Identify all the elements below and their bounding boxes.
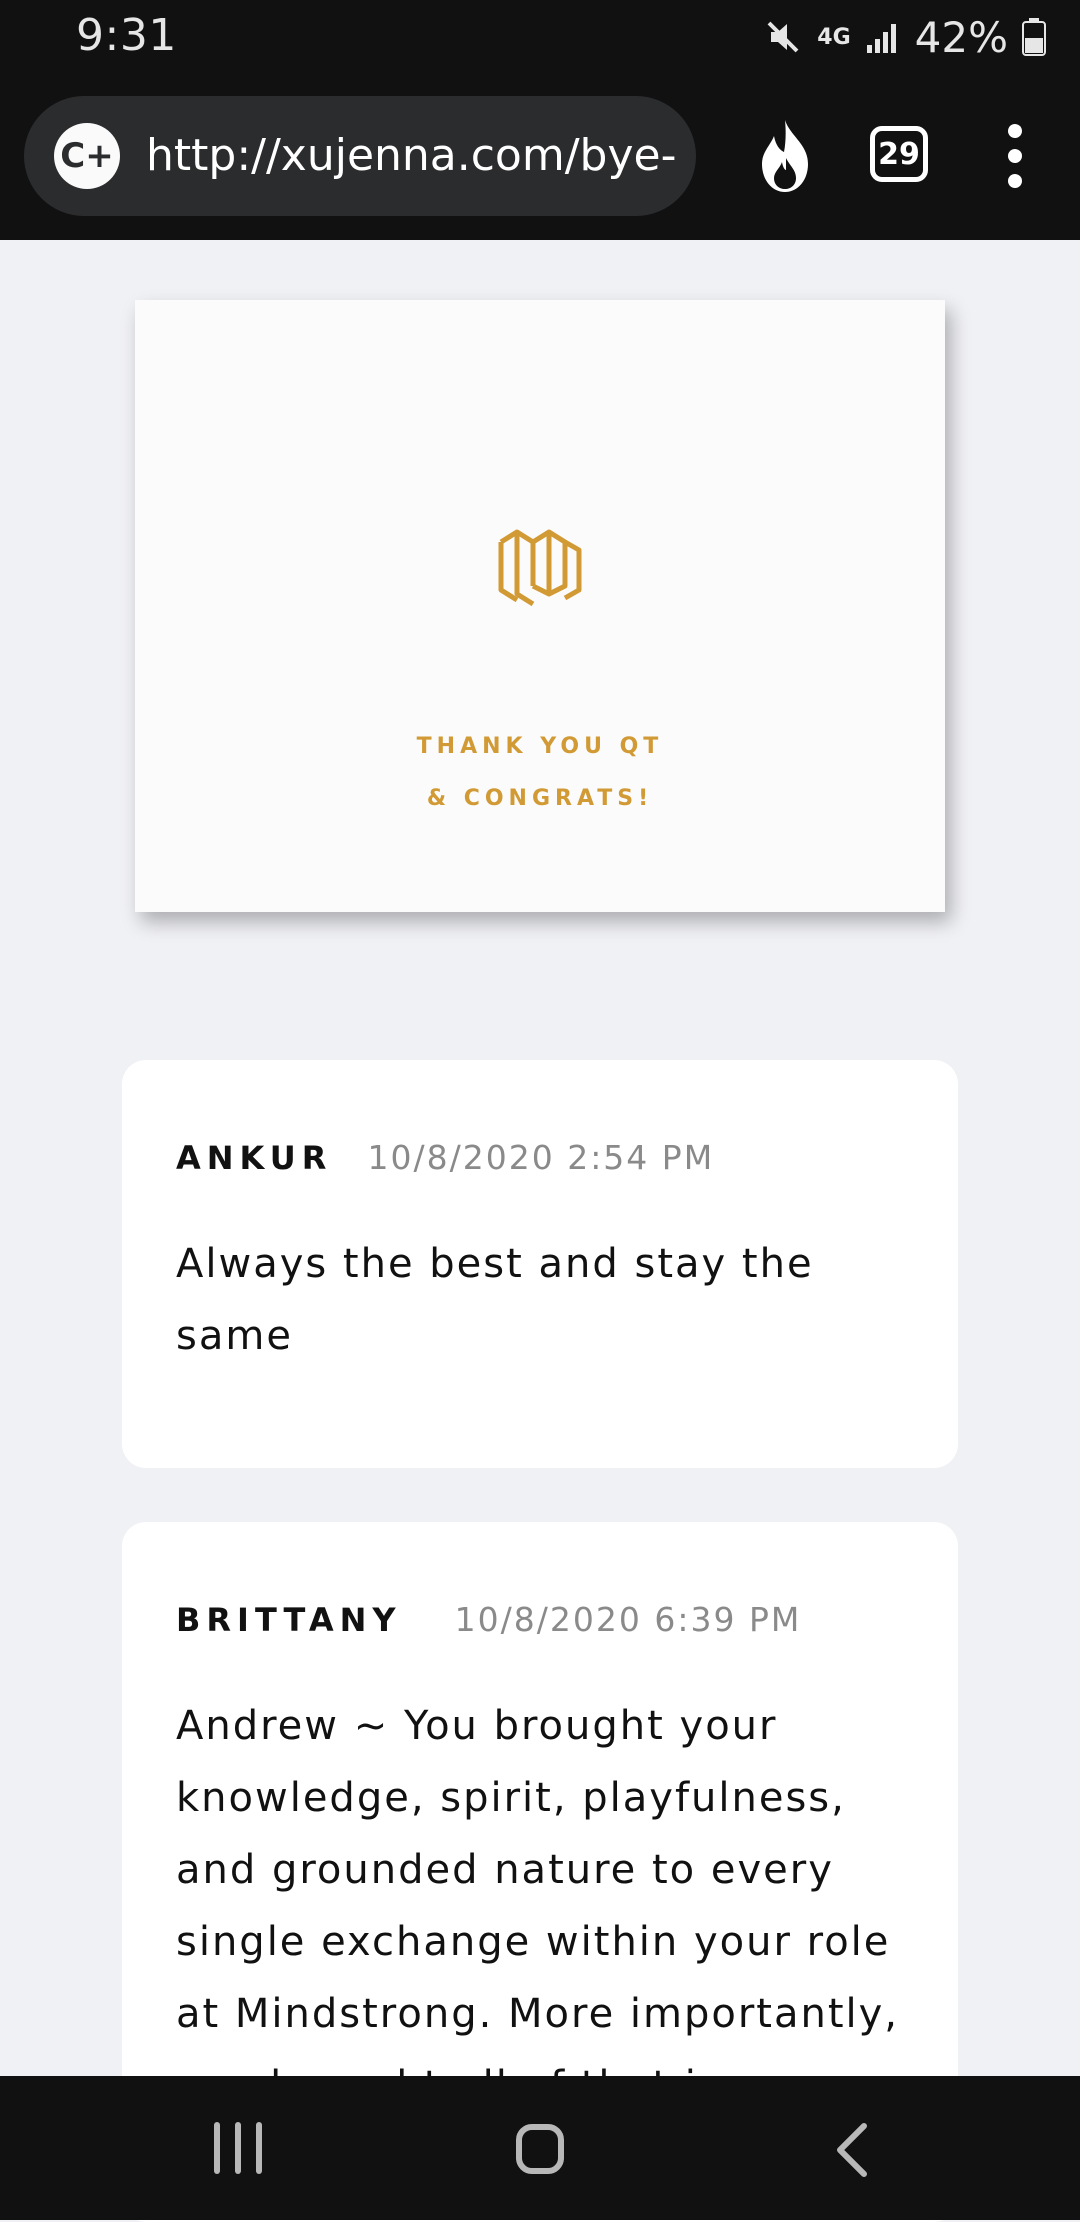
monogram-logo-icon <box>498 529 582 607</box>
status-bar: 9:31 4G 42% <box>0 0 1080 72</box>
message-text: Andrew ~ You brought your knowledge, spi… <box>176 1703 900 2109</box>
address-bar[interactable]: C+ http://xujenna.com/bye- <box>24 96 696 216</box>
author-name: ANKUR <box>176 1139 333 1177</box>
battery-icon <box>1022 18 1046 56</box>
message-timestamp: 10/8/2020 6:39 PM <box>454 1600 802 1639</box>
system-nav-bar <box>0 2076 1080 2220</box>
flame-icon[interactable] <box>750 118 820 194</box>
mute-icon <box>767 21 799 53</box>
message-card: ANKUR 10/8/2020 2:54 PM Always the best … <box>122 1060 958 1468</box>
signal-icon <box>866 24 896 53</box>
message-header: ANKUR 10/8/2020 2:54 PM <box>176 1138 714 1177</box>
author-name: BRITTANY <box>176 1601 402 1639</box>
home-icon[interactable] <box>516 2124 564 2174</box>
back-icon[interactable] <box>826 2120 876 2180</box>
card-line-1: THANK YOU QT <box>416 734 664 759</box>
card-line-2: & CONGRATS! <box>426 786 654 811</box>
browser-toolbar: C+ http://xujenna.com/bye- 29 <box>0 72 1080 240</box>
message-timestamp: 10/8/2020 2:54 PM <box>367 1138 715 1177</box>
recents-icon[interactable] <box>214 2122 262 2174</box>
status-time: 9:31 <box>76 10 177 61</box>
message-header: BRITTANY 10/8/2020 6:39 PM <box>176 1600 801 1639</box>
battery-percent: 42% <box>914 12 1008 62</box>
tab-switcher-button[interactable]: 29 <box>870 126 928 182</box>
more-menu-icon[interactable] <box>1000 124 1030 188</box>
network-type-icon: 4G <box>817 24 851 50</box>
status-icons: 4G 42% <box>763 12 1046 62</box>
site-info-icon[interactable]: C+ <box>54 123 120 189</box>
message-text: Always the best and stay the same <box>176 1241 814 1359</box>
thank-you-card: THANK YOU QT & CONGRATS! <box>135 300 945 912</box>
url-text[interactable]: http://xujenna.com/bye- <box>146 130 686 182</box>
